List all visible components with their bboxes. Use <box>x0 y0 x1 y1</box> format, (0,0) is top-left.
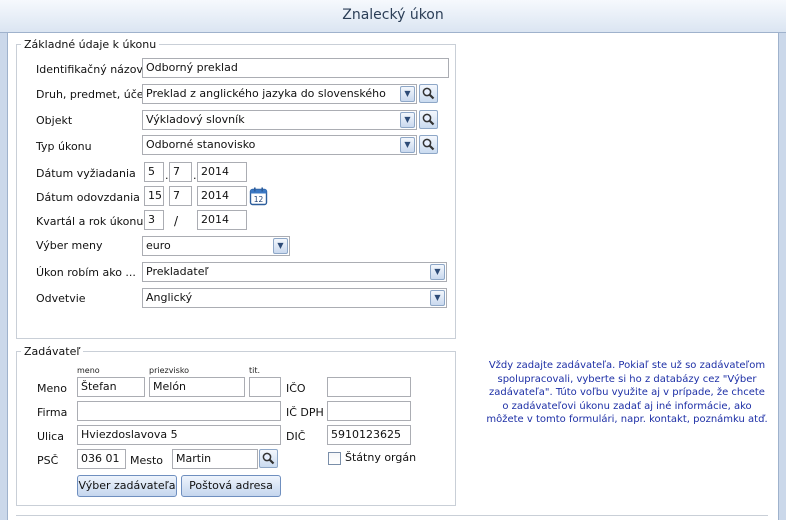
kind-search-button[interactable] <box>419 84 438 103</box>
id-name-label: Identifikačný názov <box>36 63 143 76</box>
type-value: Odborné stanovisko <box>146 138 256 151</box>
branch-label: Odvetvie <box>36 292 86 305</box>
form-content: Základné údaje k úkonu Identifikačný náz… <box>8 33 778 520</box>
branch-select[interactable]: Anglický ▼ <box>142 288 447 308</box>
chevron-down-icon[interactable]: ▼ <box>273 238 288 254</box>
dic-label: DIČ <box>286 430 306 443</box>
currency-value: euro <box>146 239 171 252</box>
title-hint: tit. <box>249 366 261 375</box>
psc-label: PSČ <box>37 454 59 467</box>
calendar-icon: 12 <box>249 187 268 206</box>
requested-month-input[interactable]: 7 <box>169 162 192 182</box>
object-select[interactable]: Výkladový slovník ▼ <box>142 110 417 130</box>
first-name-hint: meno <box>77 366 100 375</box>
basic-info-legend: Základné údaje k úkonu <box>24 38 157 51</box>
type-search-button[interactable] <box>419 135 438 154</box>
firm-input[interactable] <box>77 401 281 421</box>
ico-label: IČO <box>286 382 306 395</box>
city-label: Mesto <box>130 454 164 467</box>
magnifier-icon <box>422 113 435 126</box>
quarter-label: Kvartál a rok úkonu <box>36 215 144 228</box>
ico-input[interactable] <box>327 377 411 397</box>
chevron-down-icon[interactable]: ▼ <box>400 137 415 153</box>
branch-value: Anglický <box>146 291 193 304</box>
role-select[interactable]: Prekladateľ ▼ <box>142 262 447 282</box>
delivered-year-input[interactable]: 2014 <box>197 186 247 206</box>
currency-select[interactable]: euro ▼ <box>142 236 290 256</box>
quarter-year-input[interactable]: 2014 <box>197 210 247 230</box>
chevron-down-icon[interactable]: ▼ <box>400 112 415 128</box>
divider <box>16 515 768 516</box>
kind-select[interactable]: Preklad z anglického jazyka do slovenské… <box>142 84 417 104</box>
title-input[interactable] <box>249 377 281 397</box>
type-select[interactable]: Odborné stanovisko ▼ <box>142 135 417 155</box>
window-border-right <box>778 0 786 520</box>
delivered-month-input[interactable]: 7 <box>169 186 192 206</box>
surname-hint: priezvisko <box>149 366 190 375</box>
id-name-input[interactable]: Odborný preklad <box>142 58 449 78</box>
date-dot: . <box>165 169 169 182</box>
object-value: Výkladový slovník <box>146 113 245 126</box>
object-label: Objekt <box>36 114 73 127</box>
svg-text:12: 12 <box>254 195 264 204</box>
name-label: Meno <box>37 382 67 395</box>
delivered-day-input[interactable]: 15 <box>144 186 164 206</box>
magnifier-icon <box>422 138 435 151</box>
chevron-down-icon[interactable]: ▼ <box>430 264 445 280</box>
info-hint-text: Vždy zadajte zadávateľa. Pokiaľ ste už s… <box>486 360 768 425</box>
date-dot: . <box>193 169 197 182</box>
state-org-checkbox[interactable] <box>328 452 341 465</box>
dic-input[interactable]: 5910123625 <box>327 425 411 445</box>
quarter-separator: / <box>174 214 179 228</box>
icdph-label: IČ DPH <box>286 406 324 419</box>
requested-year-input[interactable]: 2014 <box>197 162 247 182</box>
currency-label: Výber meny <box>36 239 103 252</box>
firm-label: Firma <box>37 406 68 419</box>
window-title: Znalecký úkon <box>342 7 444 23</box>
kind-label: Druh, predmet, účel <box>36 88 147 101</box>
client-legend: Zadávateľ <box>24 345 81 358</box>
title-bar: Znalecký úkon <box>0 0 786 33</box>
requested-day-input[interactable]: 5 <box>144 162 164 182</box>
type-label: Typ úkonu <box>36 140 92 153</box>
quarter-input[interactable]: 3 <box>144 210 164 230</box>
first-name-input[interactable]: Štefan <box>77 377 145 397</box>
kind-value: Preklad z anglického jazyka do slovenské… <box>146 87 386 100</box>
object-search-button[interactable] <box>419 110 438 129</box>
surname-input[interactable]: Melón <box>149 377 245 397</box>
select-client-button[interactable]: Výber zadávateľa <box>77 475 177 497</box>
state-org-label: Štátny orgán <box>345 451 417 464</box>
street-input[interactable]: Hviezdoslavova 5 <box>77 425 281 445</box>
chevron-down-icon[interactable]: ▼ <box>430 290 445 306</box>
chevron-down-icon[interactable]: ▼ <box>400 86 415 102</box>
requested-date-label: Dátum vyžiadania <box>36 167 136 180</box>
role-label: Úkon robím ako ... <box>36 266 136 279</box>
magnifier-icon <box>262 452 275 465</box>
delivered-date-label: Dátum odovzdania <box>36 191 140 204</box>
postal-address-button[interactable]: Poštová adresa <box>181 475 281 497</box>
city-search-button[interactable] <box>259 449 278 468</box>
street-label: Ulica <box>37 430 64 443</box>
window-border-left <box>0 0 8 520</box>
magnifier-icon <box>422 87 435 100</box>
role-value: Prekladateľ <box>146 265 209 278</box>
city-input[interactable]: Martin <box>172 449 258 469</box>
icdph-input[interactable] <box>327 401 411 421</box>
calendar-button[interactable]: 12 <box>249 187 268 206</box>
psc-input[interactable]: 036 01 <box>77 449 126 469</box>
